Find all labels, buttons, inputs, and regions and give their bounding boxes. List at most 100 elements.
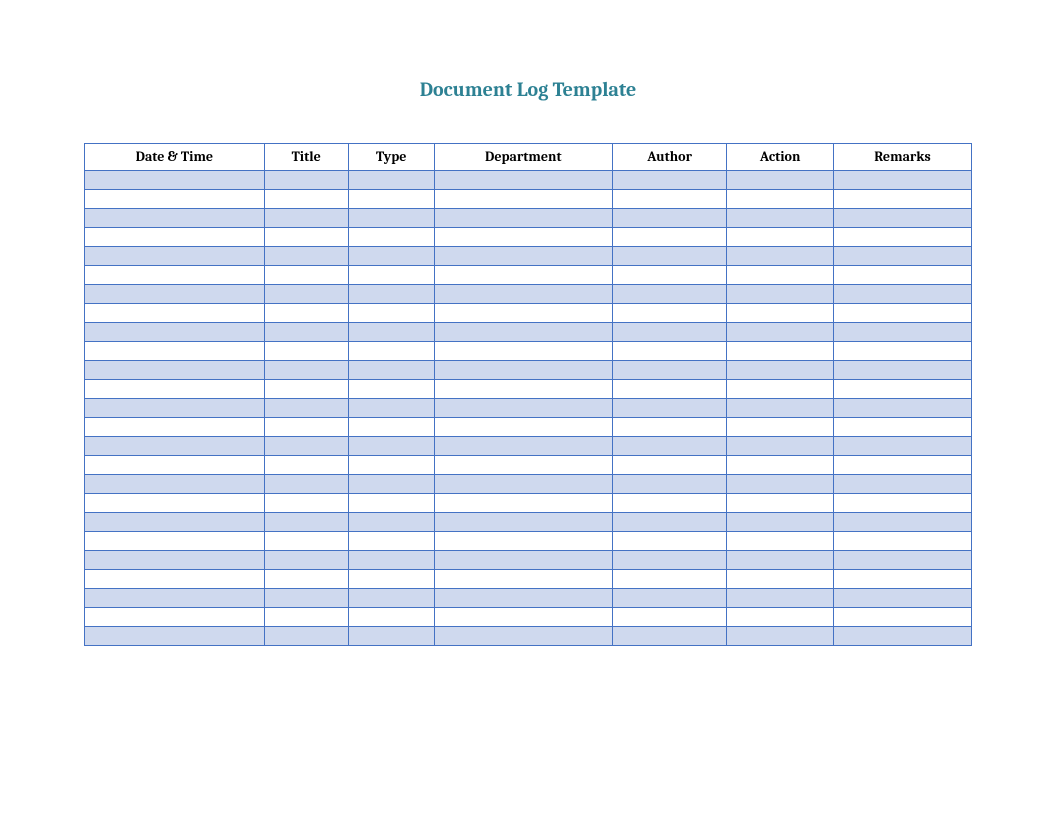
table-cell[interactable]: [264, 608, 348, 627]
table-cell[interactable]: [348, 532, 434, 551]
table-cell[interactable]: [612, 494, 727, 513]
table-cell[interactable]: [348, 342, 434, 361]
table-cell[interactable]: [434, 608, 612, 627]
table-cell[interactable]: [264, 361, 348, 380]
table-cell[interactable]: [434, 228, 612, 247]
table-cell[interactable]: [85, 380, 265, 399]
table-cell[interactable]: [727, 228, 833, 247]
table-cell[interactable]: [612, 285, 727, 304]
table-cell[interactable]: [612, 551, 727, 570]
table-cell[interactable]: [434, 361, 612, 380]
table-cell[interactable]: [348, 228, 434, 247]
table-cell[interactable]: [434, 304, 612, 323]
table-cell[interactable]: [612, 532, 727, 551]
table-cell[interactable]: [833, 342, 971, 361]
table-cell[interactable]: [833, 475, 971, 494]
table-cell[interactable]: [434, 589, 612, 608]
table-cell[interactable]: [727, 627, 833, 646]
table-cell[interactable]: [85, 266, 265, 285]
table-cell[interactable]: [264, 247, 348, 266]
table-cell[interactable]: [348, 304, 434, 323]
table-cell[interactable]: [264, 399, 348, 418]
table-cell[interactable]: [727, 418, 833, 437]
table-cell[interactable]: [85, 532, 265, 551]
table-cell[interactable]: [348, 627, 434, 646]
table-cell[interactable]: [348, 171, 434, 190]
table-cell[interactable]: [612, 513, 727, 532]
table-cell[interactable]: [612, 209, 727, 228]
table-cell[interactable]: [727, 551, 833, 570]
table-cell[interactable]: [85, 494, 265, 513]
table-cell[interactable]: [727, 513, 833, 532]
table-cell[interactable]: [264, 209, 348, 228]
table-cell[interactable]: [348, 513, 434, 532]
table-cell[interactable]: [348, 418, 434, 437]
table-cell[interactable]: [434, 171, 612, 190]
table-cell[interactable]: [434, 627, 612, 646]
table-cell[interactable]: [85, 399, 265, 418]
table-cell[interactable]: [434, 266, 612, 285]
table-cell[interactable]: [264, 627, 348, 646]
table-cell[interactable]: [264, 456, 348, 475]
table-cell[interactable]: [348, 456, 434, 475]
table-cell[interactable]: [264, 418, 348, 437]
table-cell[interactable]: [612, 608, 727, 627]
table-cell[interactable]: [833, 209, 971, 228]
table-cell[interactable]: [833, 171, 971, 190]
table-cell[interactable]: [85, 361, 265, 380]
table-cell[interactable]: [833, 190, 971, 209]
table-cell[interactable]: [85, 209, 265, 228]
table-cell[interactable]: [85, 171, 265, 190]
table-cell[interactable]: [833, 551, 971, 570]
table-cell[interactable]: [833, 608, 971, 627]
table-cell[interactable]: [727, 247, 833, 266]
table-cell[interactable]: [85, 437, 265, 456]
table-cell[interactable]: [264, 551, 348, 570]
table-cell[interactable]: [833, 513, 971, 532]
table-cell[interactable]: [348, 247, 434, 266]
table-cell[interactable]: [434, 190, 612, 209]
table-cell[interactable]: [348, 380, 434, 399]
table-cell[interactable]: [264, 228, 348, 247]
table-cell[interactable]: [348, 399, 434, 418]
table-cell[interactable]: [612, 418, 727, 437]
table-cell[interactable]: [264, 380, 348, 399]
table-cell[interactable]: [264, 323, 348, 342]
table-cell[interactable]: [264, 171, 348, 190]
table-cell[interactable]: [727, 380, 833, 399]
table-cell[interactable]: [612, 323, 727, 342]
table-cell[interactable]: [348, 608, 434, 627]
table-cell[interactable]: [612, 171, 727, 190]
table-cell[interactable]: [434, 551, 612, 570]
table-cell[interactable]: [348, 475, 434, 494]
table-cell[interactable]: [833, 456, 971, 475]
table-cell[interactable]: [348, 285, 434, 304]
table-cell[interactable]: [264, 513, 348, 532]
table-cell[interactable]: [833, 570, 971, 589]
table-cell[interactable]: [612, 437, 727, 456]
table-cell[interactable]: [612, 190, 727, 209]
table-cell[interactable]: [85, 627, 265, 646]
table-cell[interactable]: [434, 285, 612, 304]
table-cell[interactable]: [833, 266, 971, 285]
table-cell[interactable]: [727, 437, 833, 456]
table-cell[interactable]: [85, 418, 265, 437]
table-cell[interactable]: [833, 437, 971, 456]
table-cell[interactable]: [434, 380, 612, 399]
table-cell[interactable]: [85, 285, 265, 304]
table-cell[interactable]: [264, 285, 348, 304]
table-cell[interactable]: [833, 323, 971, 342]
table-cell[interactable]: [434, 494, 612, 513]
table-cell[interactable]: [612, 456, 727, 475]
table-cell[interactable]: [85, 342, 265, 361]
table-cell[interactable]: [434, 437, 612, 456]
table-cell[interactable]: [612, 380, 727, 399]
table-cell[interactable]: [727, 361, 833, 380]
table-cell[interactable]: [434, 209, 612, 228]
table-cell[interactable]: [833, 418, 971, 437]
table-cell[interactable]: [727, 190, 833, 209]
table-cell[interactable]: [434, 323, 612, 342]
table-cell[interactable]: [85, 190, 265, 209]
table-cell[interactable]: [727, 475, 833, 494]
table-cell[interactable]: [434, 342, 612, 361]
